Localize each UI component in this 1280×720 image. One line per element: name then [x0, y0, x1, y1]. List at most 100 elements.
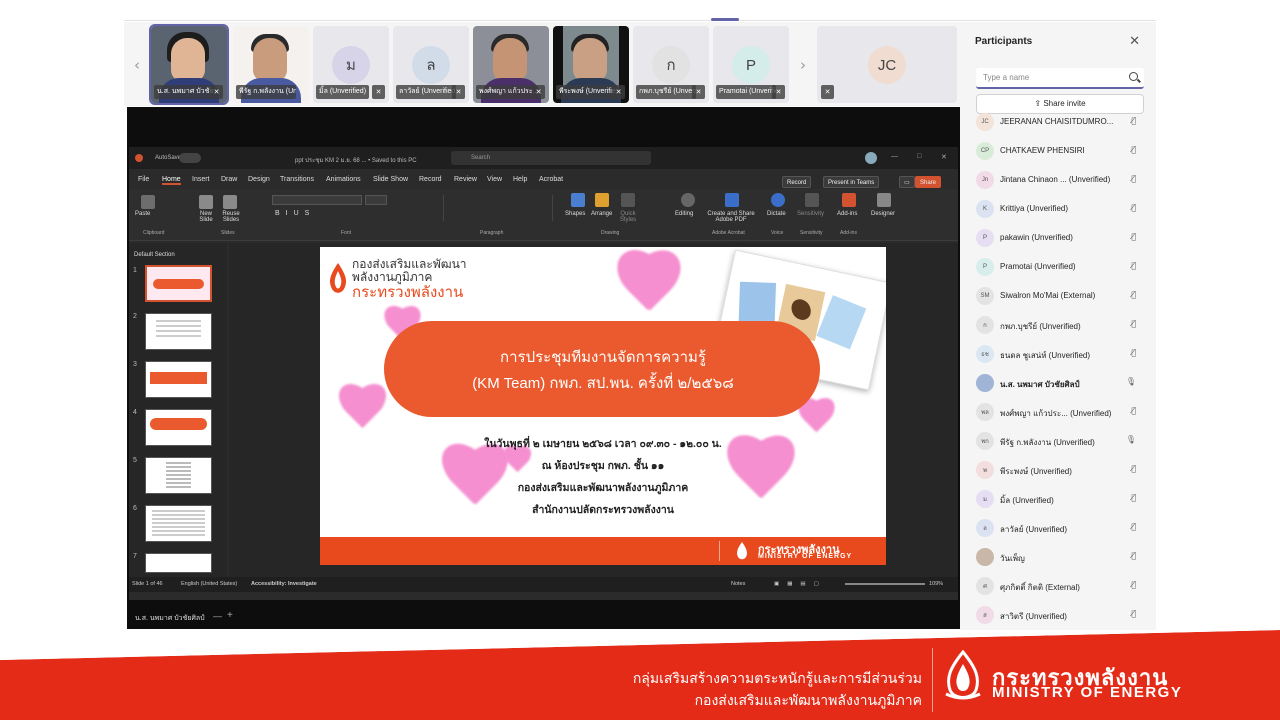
video-tile[interactable]: ล ลาวัลย์ (Unverified) ✕	[393, 26, 469, 103]
plus-icon[interactable]: +	[227, 610, 233, 621]
new-slide-icon[interactable]	[199, 195, 213, 209]
maximize-icon[interactable]: □	[917, 153, 921, 160]
participant-row[interactable]: น.ส. นพมาศ บัวชัยศิลป์ 🎙	[976, 372, 1146, 394]
view-buttons[interactable]: ▣▦▤▢	[774, 581, 827, 587]
menu-view[interactable]: View	[487, 176, 502, 183]
participant-row[interactable]: ม มิ้ล (Unverified) 🎙̸	[976, 488, 1146, 510]
menu-insert[interactable]: Insert	[192, 176, 210, 183]
participant-row[interactable]: P Pramotai (Unverified) 🎙̸	[976, 256, 1146, 278]
arrange-icon[interactable]	[595, 193, 609, 207]
minimize-icon[interactable]: —	[891, 153, 898, 160]
participant-row[interactable]: พก พีรัฐ ก.พลังงาน (Unverified) 🎙	[976, 430, 1146, 452]
menu-record[interactable]: Record	[419, 176, 442, 183]
mic-off-icon[interactable]: 🎙̸	[1131, 609, 1136, 618]
paragraph-controls[interactable]	[443, 195, 553, 221]
video-tile[interactable]: P Pramotai (Unverified) ✕	[713, 26, 789, 103]
video-tile[interactable]: JC ✕	[817, 26, 957, 103]
sensitivity-icon[interactable]	[805, 193, 819, 207]
mic-off-icon[interactable]: 🎙̸	[1131, 551, 1136, 560]
video-tile[interactable]: ก กพภ.บุชรีย์ (Unverified) ✕	[633, 26, 709, 103]
participant-row[interactable]: Ppakawin (Unverified) 🎙̸	[976, 227, 1146, 249]
font-name-select[interactable]	[272, 195, 362, 205]
record-button[interactable]: Record	[782, 176, 812, 188]
minus-icon[interactable]: —	[213, 611, 222, 621]
mic-off-icon[interactable]: 🎙̸	[1131, 348, 1136, 357]
shapes-icon[interactable]	[571, 193, 585, 207]
video-tile[interactable]: พีระพงษ์ (Unverified) ✕	[553, 26, 629, 103]
video-tile[interactable]: น.ส. นพมาศ บัวชัยศิลป์ ✕	[149, 24, 229, 105]
current-slide[interactable]: กองส่งเสริมและพัฒนา พลังงานภูมิภาค กระทร…	[320, 247, 886, 565]
participant-row[interactable]: ธช ธนดล ชูเสน่ห์ (Unverified) 🎙̸	[976, 343, 1146, 365]
slide-thumbnail[interactable]	[145, 553, 212, 573]
participant-row[interactable]: SM Siwalron Mo'Mai (External) 🎙̸	[976, 285, 1146, 307]
participant-row[interactable]: วันเพ็ญ 🎙̸	[976, 546, 1146, 568]
mic-off-icon[interactable]: 🎙̸	[1131, 406, 1136, 415]
reuse-slides-icon[interactable]	[223, 195, 237, 209]
font-format-buttons[interactable]: BIUS	[275, 210, 315, 217]
menu-help[interactable]: Help	[513, 176, 527, 183]
menu-transitions[interactable]: Transitions	[280, 176, 314, 183]
participant-row[interactable]: ก กพภ.บุชรีย์ (Unverified) 🎙̸	[976, 314, 1146, 336]
slide-thumbnail[interactable]	[145, 265, 212, 302]
menu-draw[interactable]: Draw	[221, 176, 237, 183]
participant-row[interactable]: พ พีระพงษ์ (Unverified) 🎙̸	[976, 459, 1146, 481]
autosave-toggle[interactable]	[179, 153, 201, 163]
video-tile[interactable]: พีรัฐ ก.พลังงาน (Unverified)	[233, 26, 309, 103]
participant-row[interactable]: พล พงศ์พญา แก้วประ... (Unverified) 🎙̸	[976, 401, 1146, 423]
mic-off-icon[interactable]: 🎙̸	[1131, 261, 1136, 270]
participant-row[interactable]: Jn Jintana Chinaon ... (Unverified) 🎙̸	[976, 169, 1146, 191]
close-icon[interactable]: ✕	[1129, 34, 1140, 49]
chevron-left-icon[interactable]: ‹	[134, 56, 140, 74]
font-size-select[interactable]	[365, 195, 387, 205]
video-tile[interactable]: ม มิ้ล (Unverified) ✕	[313, 26, 389, 103]
search-box[interactable]: Search	[451, 151, 651, 165]
zoom-slider[interactable]	[845, 583, 925, 585]
mic-off-icon[interactable]: 🎙̸	[1131, 319, 1136, 328]
participant-row[interactable]: ส สาวิตรี (Unverified) 🎙̸	[976, 604, 1146, 626]
dictate-icon[interactable]	[771, 193, 785, 207]
mic-off-icon[interactable]: 🎙̸	[1131, 174, 1136, 183]
add-ins-icon[interactable]	[842, 193, 856, 207]
participant-row[interactable]: CP CHATKAEW PHENSIRI 🎙̸	[976, 140, 1146, 162]
mic-off-icon[interactable]: 🎙̸	[1131, 464, 1136, 473]
mic-off-icon[interactable]: 🎙̸	[1131, 522, 1136, 531]
mic-off-icon[interactable]: 🎙̸	[1131, 145, 1136, 154]
mic-off-icon[interactable]: 🎙̸	[1131, 116, 1136, 125]
accessibility-status[interactable]: Accessibility: Investigate	[251, 581, 317, 587]
slide-thumbnail[interactable]	[145, 409, 212, 446]
menu-review[interactable]: Review	[454, 176, 477, 183]
mic-icon[interactable]: 🎙	[1126, 377, 1136, 386]
quick-styles-icon[interactable]	[621, 193, 635, 207]
menu-acrobat[interactable]: Acrobat	[539, 176, 563, 183]
designer-icon[interactable]	[877, 193, 891, 207]
mic-off-icon[interactable]: 🎙̸	[1131, 290, 1136, 299]
slide-thumbnail[interactable]	[145, 505, 212, 542]
notes-button[interactable]: Notes	[731, 581, 745, 587]
menu-animations[interactable]: Animations	[326, 176, 361, 183]
video-tile[interactable]: พงศ์พญา แก้วประ... ✕	[473, 26, 549, 103]
participant-row[interactable]: K Krittiya (Unverified) 🎙̸	[976, 198, 1146, 220]
mic-icon[interactable]: 🎙	[1126, 435, 1136, 444]
adobe-pdf-icon[interactable]	[725, 193, 739, 207]
share-button[interactable]: Share	[915, 176, 942, 188]
close-icon[interactable]: ✕	[941, 153, 947, 161]
editing-icon[interactable]	[681, 193, 695, 207]
comments-icon[interactable]: ▭	[899, 176, 915, 188]
mic-off-icon[interactable]: 🎙̸	[1131, 203, 1136, 212]
participant-row[interactable]: ศ ศุภกิตติ์ กิตติ (External) 🎙̸	[976, 575, 1146, 597]
participant-row[interactable]: JC JEERANAN CHAISITDUMRO... 🎙̸	[976, 111, 1146, 133]
present-in-teams-button[interactable]: Present in Teams	[823, 176, 880, 188]
menu-file[interactable]: File	[138, 176, 149, 183]
menu-home[interactable]: Home	[162, 176, 181, 185]
paste-icon[interactable]	[141, 195, 155, 209]
slide-thumbnail[interactable]	[145, 361, 212, 398]
search-input[interactable]: Type a name	[976, 68, 1144, 89]
mic-off-icon[interactable]: 🎙̸	[1131, 232, 1136, 241]
avatar[interactable]	[865, 152, 877, 164]
mic-off-icon[interactable]: 🎙̸	[1131, 580, 1136, 589]
mic-off-icon[interactable]: 🎙̸	[1131, 493, 1136, 502]
menu-slide-show[interactable]: Slide Show	[373, 176, 408, 183]
menu-design[interactable]: Design	[248, 176, 270, 183]
chevron-right-icon[interactable]: ›	[800, 56, 806, 74]
slide-thumbnail[interactable]	[145, 313, 212, 350]
